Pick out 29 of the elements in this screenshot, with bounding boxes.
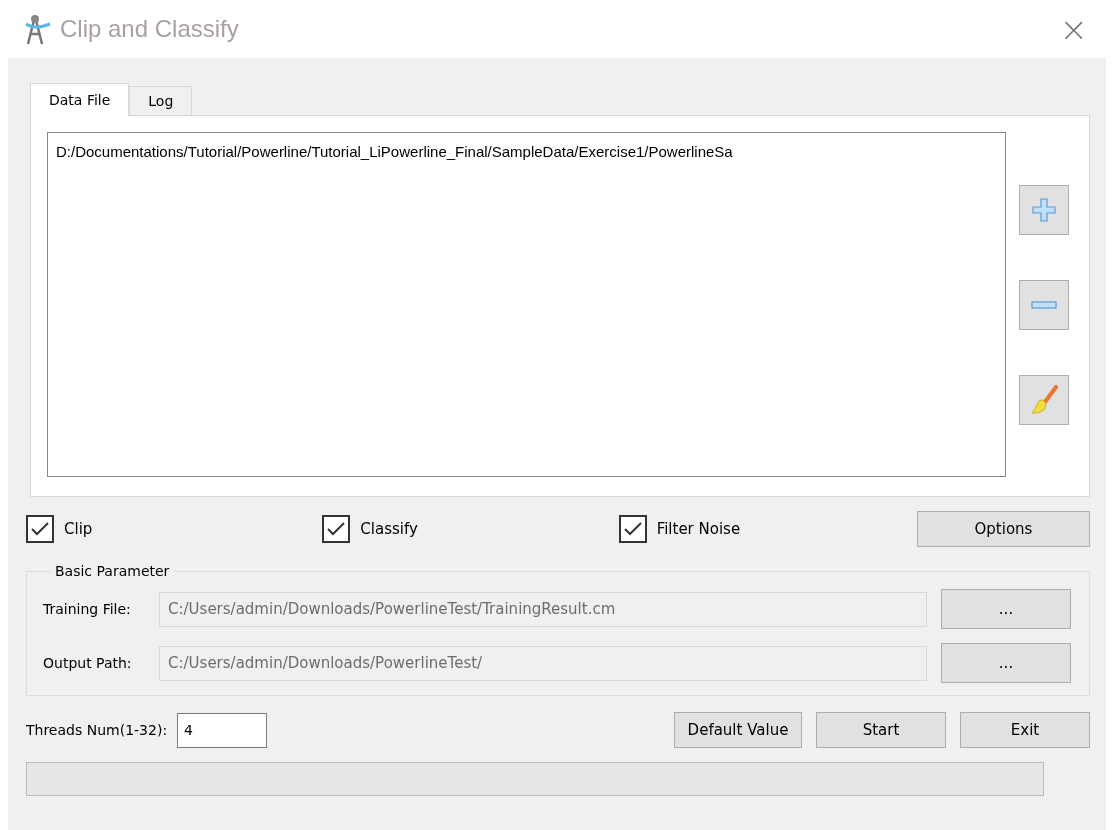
browse-button[interactable]: ... (941, 589, 1071, 629)
checkbox[interactable] (26, 515, 54, 543)
tab[interactable]: Log (129, 86, 193, 115)
close-button[interactable]: × (1051, 9, 1096, 49)
action-button[interactable]: Default Value (674, 712, 802, 748)
check-icon (622, 521, 643, 537)
file-list[interactable]: D:/Documentations/Tutorial/Powerline/Tutorial_LiPowerline_Final/SampleData/Exercise1/PowerlineSa (47, 132, 1006, 477)
plus-icon (1031, 196, 1057, 223)
browse-button[interactable]: ... (941, 643, 1071, 683)
field-label: Training File: (43, 601, 132, 617)
checkbox-label: Clip (64, 520, 93, 538)
checkbox[interactable] (618, 515, 647, 543)
threads-field[interactable]: 4 (177, 712, 268, 748)
file-list-item[interactable]: D:/Documentations/Tutorial/Powerline/Tutorial_LiPowerline_Final/SampleData/Exercise1/PowerlineSa (56, 143, 997, 160)
checkbox-label: Classify (360, 520, 418, 538)
check-icon (30, 521, 50, 537)
tab[interactable]: Data File (30, 83, 130, 116)
group-title: Basic Parameter (54, 563, 171, 579)
field-label: Threads Num(1-32): (26, 722, 168, 738)
checkbox[interactable] (322, 515, 351, 543)
action-button[interactable]: Exit (960, 712, 1090, 748)
brush-icon (1030, 384, 1058, 415)
check-icon (326, 521, 347, 537)
window-title: Clip and Classify (60, 15, 240, 43)
minus-icon (1031, 300, 1057, 309)
checkbox-label: Filter Noise (656, 520, 741, 538)
options-button[interactable]: Options (916, 511, 1090, 547)
field-label: Output Path: (43, 655, 133, 671)
action-button[interactable]: Start (816, 712, 946, 748)
